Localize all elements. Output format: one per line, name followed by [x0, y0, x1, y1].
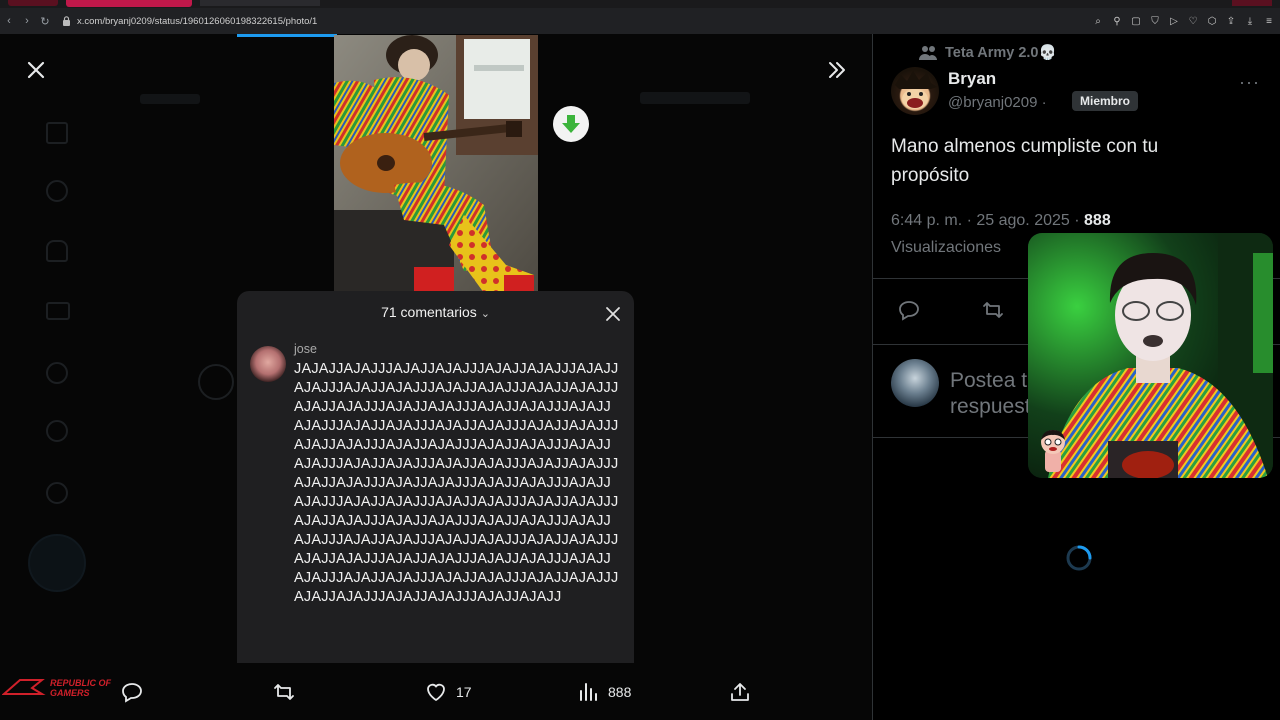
pin-icon[interactable]: ⚲	[1110, 14, 1124, 28]
tweet-text: Mano almenos cumpliste con tu propósito	[891, 136, 1159, 186]
like-button[interactable]: 17	[424, 670, 472, 714]
address-bar[interactable]: x.com/bryanj0209/status/1960126060198322…	[62, 8, 317, 34]
like-count: 17	[456, 684, 472, 700]
expand-panel-icon[interactable]	[822, 56, 852, 84]
sidebar-search-icon	[46, 180, 68, 202]
reply-input[interactable]: Postea tu respuesta	[950, 368, 1040, 418]
lock-icon	[63, 16, 70, 26]
repost-button[interactable]	[272, 670, 296, 714]
media-loading-bar	[237, 34, 337, 37]
share-icon[interactable]: ⇪	[1224, 14, 1238, 28]
views-chart-icon	[580, 683, 597, 701]
author-avatar[interactable]	[891, 67, 939, 115]
menu-icon[interactable]: ≡	[1262, 14, 1276, 28]
sidebar-grok-icon	[46, 362, 68, 384]
url-text: x.com/bryanj0209/status/1960126060198322…	[77, 15, 318, 27]
browser-tab[interactable]	[200, 0, 320, 6]
tweet-meta: 6:44 p. m. · 25 ago. 2025 · 888	[891, 212, 1111, 230]
share-button[interactable]	[728, 670, 752, 714]
sidebar-more-icon	[46, 482, 68, 504]
republic-of-gamers-logo: REPUBLIC OF GAMERS	[2, 678, 112, 698]
comment-avatar[interactable]	[250, 346, 286, 382]
browser-tab[interactable]	[8, 0, 58, 6]
svg-text:REPUBLIC OF: REPUBLIC OF	[50, 678, 112, 688]
more-options-icon[interactable]: ···	[1239, 72, 1260, 93]
tweet-views-count: 888	[1084, 212, 1111, 229]
comment-text: JAJAJJAJAJJJAJAJJAJAJJJAJAJJAJAJJJAJAJJA…	[294, 361, 619, 605]
sidebar-profile-icon	[46, 420, 68, 442]
heart-icon	[427, 683, 445, 702]
community-icon	[919, 45, 937, 60]
browser-tab[interactable]	[1232, 0, 1272, 6]
background-feed-text	[140, 94, 200, 104]
background-feed-text	[640, 92, 750, 104]
sidebar-home-icon	[46, 122, 68, 144]
author-handle[interactable]: @bryanj0209 ·	[948, 94, 1047, 111]
comments-sheet: 71 comentarios ⌄ jose JAJAJJAJAJJJAJAJJA…	[237, 291, 634, 663]
tweet-timestamp[interactable]: 6:44 p. m. · 25 ago. 2025 ·	[891, 212, 1080, 229]
loading-spinner-icon	[1066, 545, 1092, 571]
close-comments-icon[interactable]	[604, 305, 622, 323]
sidebar-messages-icon	[46, 302, 70, 320]
browser-toolbar: ‹ › ↻ x.com/bryanj0209/status/1960126060…	[0, 8, 1280, 34]
zoom-icon[interactable]: ⌕	[1091, 14, 1105, 28]
emote-sticker	[1041, 430, 1065, 472]
panel-reply-icon[interactable]	[897, 298, 921, 322]
browser-tab-strip	[0, 0, 1280, 8]
post-photo[interactable]	[334, 35, 538, 293]
chevron-down-icon: ⌄	[480, 308, 490, 320]
comment-username[interactable]: jose	[294, 342, 317, 356]
comments-count: 71 comentarios	[381, 304, 477, 320]
close-icon[interactable]	[22, 56, 50, 84]
author-display-name[interactable]: Bryan	[948, 69, 996, 89]
member-badge: Miembro	[1072, 91, 1139, 111]
community-label[interactable]: Teta Army 2.0💀	[919, 44, 1057, 61]
background-avatar	[198, 364, 234, 400]
extensions-icon[interactable]: ⬡	[1205, 14, 1219, 28]
reload-icon[interactable]: ↻	[36, 8, 54, 34]
download-arrow-icon	[562, 115, 580, 133]
back-icon[interactable]: ‹	[0, 8, 18, 34]
community-name: Teta Army 2.0💀	[945, 45, 1057, 61]
screenshot-icon[interactable]: ▢	[1129, 14, 1143, 28]
views-count: 888	[608, 684, 632, 700]
browser-tab-active[interactable]	[66, 0, 192, 7]
play-icon[interactable]: ▷	[1167, 14, 1181, 28]
browser-extension-icons: ⌕ ⚲ ▢ ⛉ ▷ ♡ ⬡ ⇪ ⤓ ≡	[1091, 8, 1276, 34]
sidebar-post-button	[28, 534, 86, 592]
repost-icon	[274, 684, 294, 700]
share-icon	[731, 683, 749, 701]
download-icon[interactable]: ⤓	[1243, 14, 1257, 28]
svg-text:GAMERS: GAMERS	[50, 688, 90, 698]
download-button[interactable]	[553, 106, 589, 142]
heart-icon[interactable]: ♡	[1186, 14, 1200, 28]
current-user-avatar[interactable]	[891, 359, 939, 407]
views-button[interactable]: 888	[576, 670, 631, 714]
sidebar-notifications-icon	[46, 240, 68, 262]
forward-icon[interactable]: ›	[18, 8, 36, 34]
panel-repost-icon[interactable]	[981, 298, 1005, 322]
tweet-views-label: Visualizaciones	[891, 239, 1001, 256]
shield-icon[interactable]: ⛉	[1148, 14, 1162, 28]
comments-header[interactable]: 71 comentarios ⌄	[237, 304, 634, 320]
